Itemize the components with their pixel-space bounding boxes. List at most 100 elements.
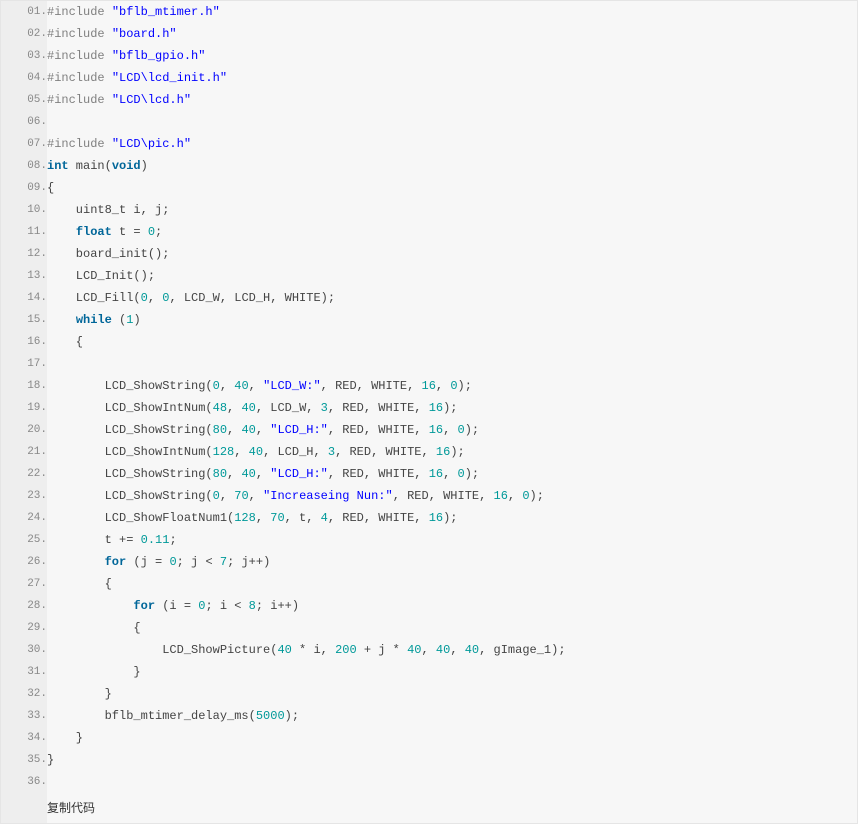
line-number: 32. [1, 683, 47, 705]
token-plain: , RED, WHITE, [328, 467, 429, 481]
token-plain: LCD_ShowString( [47, 379, 213, 393]
token-pp: #include [47, 137, 112, 151]
code-line: 01.#include "bflb_mtimer.h" [1, 1, 857, 23]
code-content: LCD_ShowString(0, 40, "LCD_W:", RED, WHI… [47, 375, 857, 397]
line-number: 23. [1, 485, 47, 507]
token-plain: ; i++) [256, 599, 299, 613]
token-plain: , RED, WHITE, [328, 423, 429, 437]
token-str: "LCD_W:" [263, 379, 321, 393]
code-line: 07.#include "LCD\pic.h" [1, 133, 857, 155]
token-num: 3 [328, 445, 335, 459]
token-plain: , [227, 467, 241, 481]
token-plain: } [47, 665, 141, 679]
token-plain [47, 313, 76, 327]
code-content: { [47, 331, 857, 353]
code-content: LCD_ShowString(0, 70, "Increaseing Nun:"… [47, 485, 857, 507]
line-number: 15. [1, 309, 47, 331]
token-kw: for [133, 599, 155, 613]
line-number: 29. [1, 617, 47, 639]
line-number: 03. [1, 45, 47, 67]
token-str: "LCD\lcd.h" [112, 93, 191, 107]
code-line: 05.#include "LCD\lcd.h" [1, 89, 857, 111]
line-number: 21. [1, 441, 47, 463]
code-line: 29. { [1, 617, 857, 639]
token-num: 40 [249, 445, 263, 459]
token-pp: #include [47, 49, 112, 63]
code-content: } [47, 749, 857, 771]
token-plain: , [220, 489, 234, 503]
token-plain: ) [141, 159, 148, 173]
token-str: "Increaseing Nun:" [263, 489, 393, 503]
line-number: 06. [1, 111, 47, 133]
token-type: int [47, 159, 69, 173]
token-plain: , [227, 401, 241, 415]
token-num: 48 [213, 401, 227, 415]
token-plain: , RED, WHITE, [328, 401, 429, 415]
token-num: 0 [141, 291, 148, 305]
token-num: 5000 [256, 709, 285, 723]
code-line: 24. LCD_ShowFloatNum1(128, 70, t, 4, RED… [1, 507, 857, 529]
token-num: 0.11 [141, 533, 170, 547]
token-num: 40 [277, 643, 291, 657]
token-plain: main( [69, 159, 112, 173]
token-plain: LCD_Init(); [47, 269, 155, 283]
token-plain: , [422, 643, 436, 657]
token-plain: , [148, 291, 162, 305]
line-number: 04. [1, 67, 47, 89]
line-number: 17. [1, 353, 47, 375]
token-plain: , RED, WHITE, [321, 379, 422, 393]
token-plain [47, 555, 105, 569]
token-num: 0 [213, 379, 220, 393]
code-line: 13. LCD_Init(); [1, 265, 857, 287]
code-line: 31. } [1, 661, 857, 683]
token-plain: ; j < [177, 555, 220, 569]
line-number: 33. [1, 705, 47, 727]
code-content: { [47, 177, 857, 199]
line-number: 05. [1, 89, 47, 111]
token-plain: , [443, 423, 457, 437]
token-plain: t += [47, 533, 141, 547]
copy-code-link[interactable]: 复制代码 [47, 793, 857, 823]
token-type: float [76, 225, 112, 239]
code-line: 03.#include "bflb_gpio.h" [1, 45, 857, 67]
code-content: #include "LCD\lcd.h" [47, 89, 857, 111]
code-line: 15. while (1) [1, 309, 857, 331]
token-plain: , gImage_1); [479, 643, 565, 657]
token-num: 3 [321, 401, 328, 415]
line-number: 20. [1, 419, 47, 441]
code-content: LCD_ShowString(80, 40, "LCD_H:", RED, WH… [47, 419, 857, 441]
token-str: "board.h" [112, 27, 177, 41]
token-plain: , [256, 511, 270, 525]
token-plain: , LCD_W, [256, 401, 321, 415]
token-num: 0 [148, 225, 155, 239]
token-plain: } [47, 753, 54, 767]
token-plain: ); [443, 401, 457, 415]
code-line: 16. { [1, 331, 857, 353]
code-content: uint8_t i, j; [47, 199, 857, 221]
token-num: 40 [241, 401, 255, 415]
token-plain: LCD_ShowIntNum( [47, 401, 213, 415]
code-content: LCD_ShowString(80, 40, "LCD_H:", RED, WH… [47, 463, 857, 485]
token-pp: #include [47, 5, 112, 19]
token-plain: , [220, 379, 234, 393]
code-content: for (i = 0; i < 8; i++) [47, 595, 857, 617]
line-number: 36. [1, 771, 47, 793]
code-content: } [47, 727, 857, 749]
token-plain: , [249, 379, 263, 393]
token-plain: (i = [155, 599, 198, 613]
token-num: 8 [249, 599, 256, 613]
code-content [47, 353, 857, 375]
line-number: 11. [1, 221, 47, 243]
token-plain: LCD_ShowString( [47, 467, 213, 481]
code-content: #include "LCD\pic.h" [47, 133, 857, 155]
token-plain: , RED, WHITE, [328, 511, 429, 525]
code-line: 04.#include "LCD\lcd_init.h" [1, 67, 857, 89]
code-content: board_init(); [47, 243, 857, 265]
token-pp: #include [47, 93, 112, 107]
token-type: void [112, 159, 141, 173]
code-content [47, 111, 857, 133]
token-plain: LCD_ShowFloatNum1( [47, 511, 234, 525]
code-content: #include "LCD\lcd_init.h" [47, 67, 857, 89]
line-number: 10. [1, 199, 47, 221]
code-line: 34. } [1, 727, 857, 749]
